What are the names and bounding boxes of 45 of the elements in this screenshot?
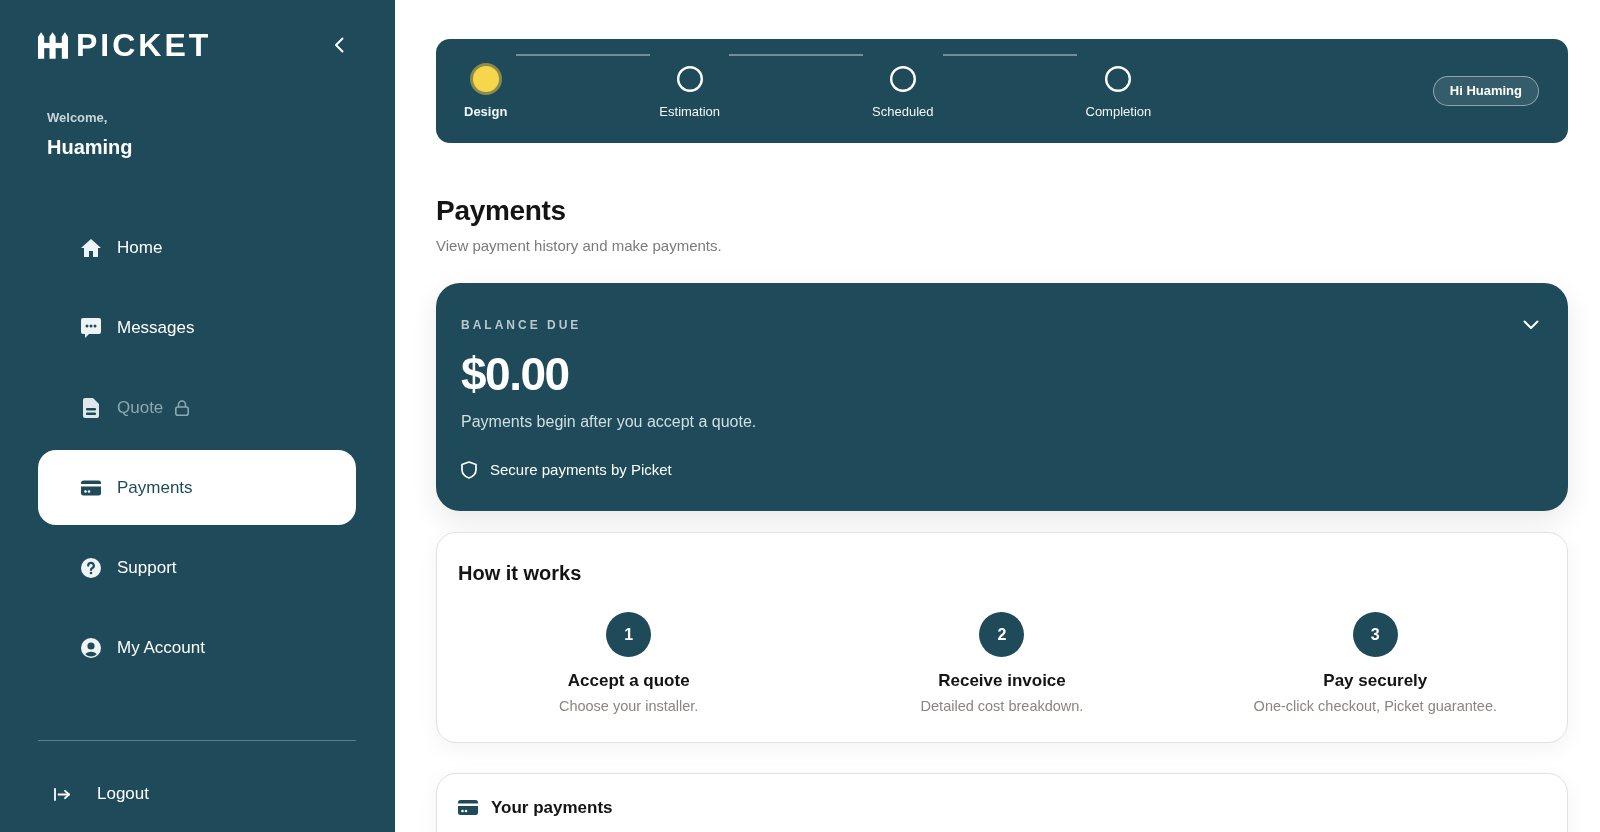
logout-button[interactable]: Logout [38,781,356,807]
step-description: One-click checkout, Picket guarantee. [1253,697,1497,715]
balance-amount: $0.00 [461,349,570,400]
logout-icon [54,787,70,801]
nav-item[interactable]: My Account [38,610,356,685]
nav-item[interactable]: Payments [38,450,356,525]
chat-icon [81,317,101,338]
fence-icon [38,31,68,59]
nav-item[interactable]: Support [38,530,356,605]
question-icon [81,557,101,578]
expand-button[interactable] [1523,320,1539,330]
step-label: Design [464,103,508,120]
lock-icon [175,399,190,416]
nav-item[interactable]: Messages [38,290,356,365]
balance-label: BALANCE DUE [461,317,582,333]
step-title: Pay securely [1323,670,1428,691]
section-title: Your payments [491,797,613,818]
step-number: 3 [1352,612,1398,657]
welcome-text: Welcome, [47,110,109,126]
step-number: 2 [979,612,1025,657]
balance-note: Payments begin after you accept a quote. [461,412,758,432]
step-number: 1 [606,612,652,657]
step-title: Accept a quote [567,670,690,691]
greeting-pill[interactable]: Hi Huaming [1432,76,1539,106]
card-icon [458,800,478,815]
nav-item[interactable]: Quote [38,370,356,445]
chevron-left-icon [334,37,344,53]
section-title: How it works [458,561,583,585]
step-label: Estimation [659,103,721,120]
person-icon [81,637,101,658]
step-description: Choose your installer. [558,697,699,715]
step-title: Receive invoice [938,670,1066,691]
shield-icon [461,461,477,479]
step-label: Completion [1085,103,1152,120]
page-title: Payments [436,194,567,228]
logo-wordmark: PICKET [76,28,212,62]
step-description: Detailed cost breakdown. [920,697,1084,715]
document-icon [81,397,101,418]
nav-item[interactable]: Home [38,210,356,285]
secure-note: Secure payments by Picket [490,460,672,480]
chevron-down-icon [1523,320,1539,330]
step-label: Scheduled [872,103,934,120]
user-name: Huaming [47,135,134,159]
home-icon [81,237,101,258]
page-subtitle: View payment history and make payments. [436,236,723,255]
